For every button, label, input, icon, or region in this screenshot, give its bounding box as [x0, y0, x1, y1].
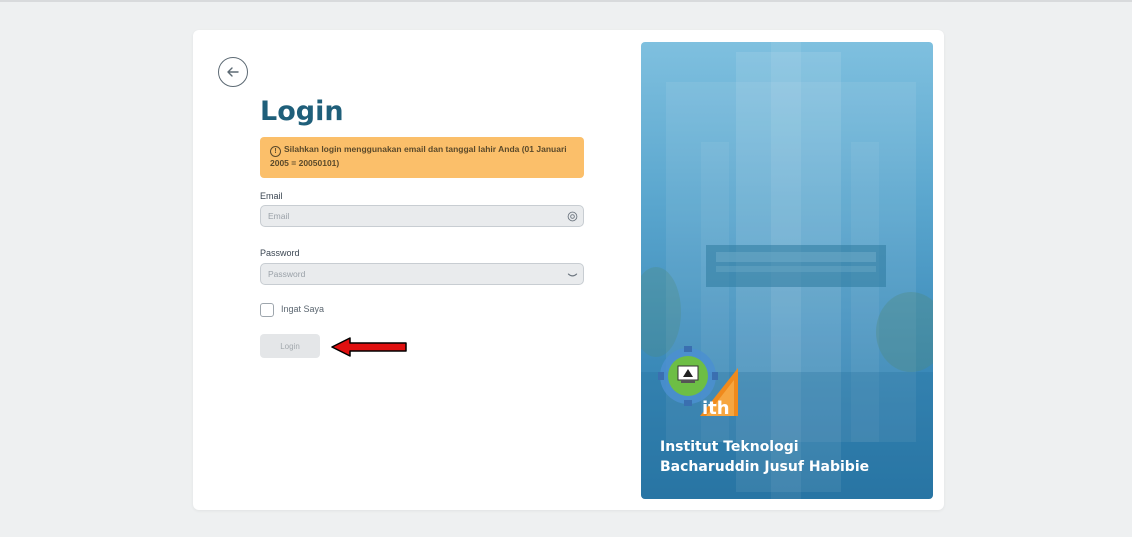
top-divider — [0, 0, 1132, 2]
institution-line-1: Institut Teknologi — [660, 439, 799, 455]
logo-text: ith — [702, 398, 730, 419]
ith-logo: ith — [656, 346, 746, 429]
institution-line-2: Bacharuddin Jusuf Habibie — [660, 459, 870, 475]
info-circle-icon: ! — [270, 146, 281, 157]
alert-text: Silahkan login menggunakan email dan tan… — [270, 144, 567, 168]
remember-me-label: Ingat Saya — [281, 304, 325, 314]
red-arrow-annotation — [331, 337, 407, 357]
eye-closed-icon[interactable] — [566, 268, 578, 280]
at-sign-icon — [566, 210, 578, 222]
email-field[interactable] — [260, 205, 584, 227]
info-alert: ! Silahkan login menggunakan email dan ta… — [260, 137, 584, 178]
page-title: Login — [260, 96, 344, 127]
password-field[interactable] — [260, 263, 584, 285]
institution-name: Institut Teknologi Bacharuddin Jusuf Hab… — [660, 437, 869, 477]
password-label: Password — [260, 248, 300, 258]
login-button[interactable]: Login — [260, 334, 320, 358]
back-button[interactable] — [218, 57, 248, 87]
campus-image-panel — [641, 42, 933, 499]
building-illustration — [641, 42, 933, 499]
email-label: Email — [260, 191, 283, 201]
remember-me-checkbox[interactable] — [260, 303, 274, 317]
arrow-left-icon — [227, 67, 239, 77]
